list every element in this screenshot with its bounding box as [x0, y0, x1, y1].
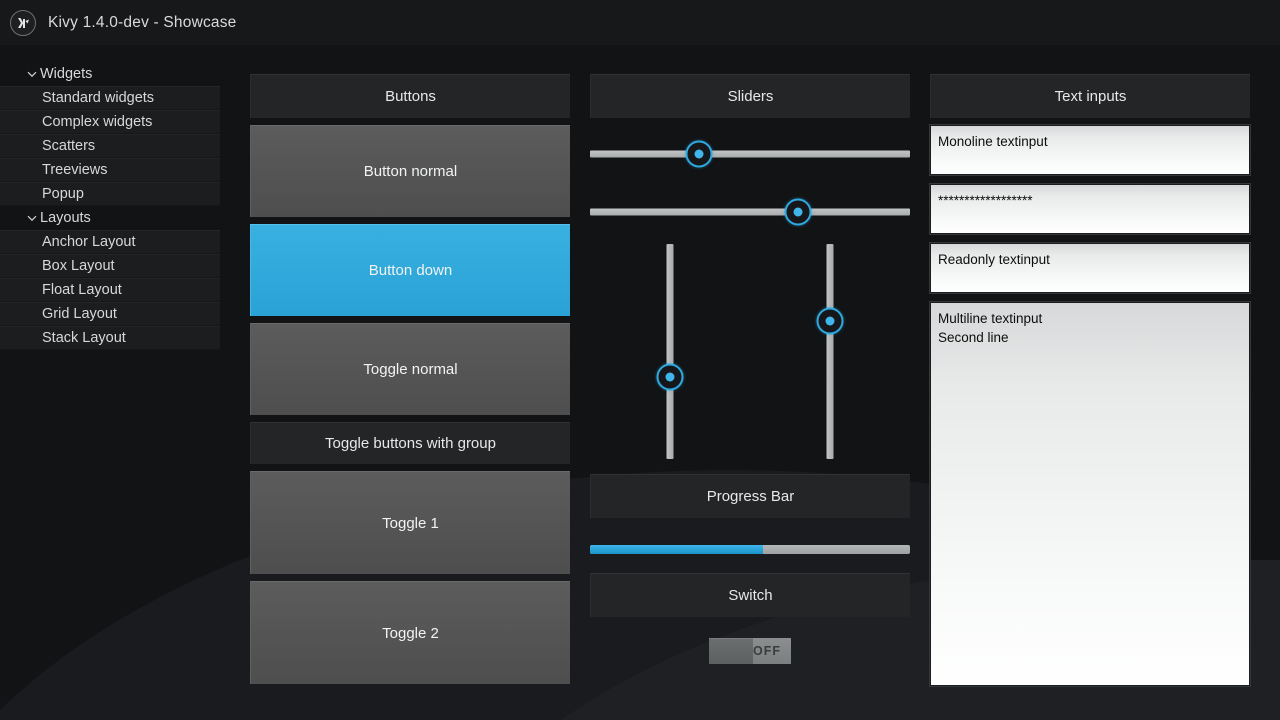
slider-knob[interactable]	[685, 140, 713, 168]
button-normal[interactable]: Button normal	[250, 125, 570, 217]
sidebar-treeview: Widgets Standard widgets Complex widgets…	[0, 62, 232, 350]
password-textinput[interactable]: ******************	[930, 184, 1250, 234]
toggle-1-label: Toggle 1	[382, 514, 439, 532]
sidebar-item-label: Widgets	[40, 66, 93, 82]
sliders-column: Sliders Progress Bar Switch OFF	[590, 74, 910, 664]
sidebar-item-label: Layouts	[40, 210, 91, 226]
readonly-textinput[interactable]: Readonly textinput	[930, 243, 1250, 293]
sidebar-item-float-layout[interactable]: Float Layout	[0, 278, 220, 302]
sidebar-item-label: Treeviews	[42, 162, 108, 178]
chevron-down-icon[interactable]	[26, 68, 38, 80]
slider-knob[interactable]	[784, 198, 812, 226]
switch-knob[interactable]	[709, 638, 753, 664]
switch-header: Switch	[590, 573, 910, 617]
vertical-slider-2[interactable]	[810, 244, 850, 459]
toggle-2-label: Toggle 2	[382, 624, 439, 642]
sidebar-item-label: Float Layout	[42, 282, 122, 298]
horizontal-slider-1[interactable]	[590, 130, 910, 178]
sidebar-item-anchor-layout[interactable]: Anchor Layout	[0, 230, 220, 254]
sidebar-item-widgets[interactable]: Widgets	[0, 62, 232, 86]
monoline-textinput[interactable]: Monoline textinput	[930, 125, 1250, 175]
progress-bar-row	[590, 525, 910, 573]
toggle-1-button[interactable]: Toggle 1	[250, 471, 570, 574]
switch-row: OFF	[590, 638, 910, 664]
button-down[interactable]: Button down	[250, 224, 570, 316]
sidebar-item-box-layout[interactable]: Box Layout	[0, 254, 220, 278]
sidebar-item-stack-layout[interactable]: Stack Layout	[0, 326, 220, 350]
buttons-header: Buttons	[250, 74, 570, 118]
button-normal-label: Button normal	[363, 163, 458, 180]
sidebar-item-label: Grid Layout	[42, 306, 117, 322]
vertical-slider-1[interactable]	[650, 244, 690, 459]
switch-state-label: OFF	[753, 644, 781, 658]
kivy-logo-icon	[10, 9, 36, 36]
vertical-sliders-group	[590, 244, 910, 474]
sidebar-item-grid-layout[interactable]: Grid Layout	[0, 302, 220, 326]
readonly-textinput-value: Readonly textinput	[938, 252, 1050, 267]
sidebar-item-label: Popup	[42, 186, 84, 202]
horizontal-slider-2[interactable]	[590, 188, 910, 236]
sidebar-item-complex-widgets[interactable]: Complex widgets	[0, 110, 220, 134]
sidebar-item-label: Box Layout	[42, 258, 115, 274]
toggle-group-header: Toggle buttons with group	[250, 422, 570, 464]
multiline-textinput[interactable]: Multiline textinput Second line	[930, 302, 1250, 686]
sidebar-item-standard-widgets[interactable]: Standard widgets	[0, 86, 220, 110]
progress-bar	[590, 544, 910, 554]
sidebar-item-label: Standard widgets	[42, 90, 155, 106]
progress-bar-header: Progress Bar	[590, 474, 910, 518]
progress-bar-fill	[590, 544, 763, 554]
sidebar-item-layouts[interactable]: Layouts	[0, 206, 232, 230]
text-inputs-header: Text inputs	[930, 74, 1250, 118]
toggle-normal-label: Toggle normal	[363, 361, 458, 378]
multiline-textinput-line-2: Second line	[938, 330, 1009, 345]
sidebar-item-treeviews[interactable]: Treeviews	[0, 158, 220, 182]
sidebar-item-popup[interactable]: Popup	[0, 182, 220, 206]
window-title: Kivy 1.4.0-dev - Showcase	[48, 13, 237, 31]
sidebar-item-label: Complex widgets	[42, 114, 153, 130]
sliders-header: Sliders	[590, 74, 910, 118]
switch-toggle[interactable]: OFF	[709, 638, 791, 664]
title-bar: Kivy 1.4.0-dev - Showcase	[0, 0, 1280, 45]
monoline-textinput-value: Monoline textinput	[938, 134, 1048, 149]
sidebar-item-label: Anchor Layout	[42, 234, 136, 250]
button-down-label: Button down	[368, 262, 453, 279]
slider-knob[interactable]	[656, 363, 684, 391]
multiline-textinput-line-1: Multiline textinput	[938, 311, 1043, 326]
toggle-normal-button[interactable]: Toggle normal	[250, 323, 570, 415]
password-textinput-value: ******************	[938, 193, 1033, 208]
slider-track	[590, 150, 910, 158]
slider-track	[826, 244, 834, 459]
chevron-down-icon[interactable]	[26, 212, 38, 224]
sidebar-item-label: Scatters	[42, 138, 96, 154]
slider-track	[590, 208, 910, 216]
sidebar-item-scatters[interactable]: Scatters	[0, 134, 220, 158]
toggle-2-button[interactable]: Toggle 2	[250, 581, 570, 684]
text-inputs-column: Text inputs Monoline textinput *********…	[930, 74, 1250, 695]
buttons-column: Buttons Button normal Button down Toggle…	[250, 74, 570, 691]
slider-track	[666, 244, 674, 459]
slider-knob[interactable]	[816, 307, 844, 335]
showcase-window: Kivy 1.4.0-dev - Showcase Widgets Standa…	[0, 0, 1280, 720]
sidebar-item-label: Stack Layout	[42, 330, 126, 346]
